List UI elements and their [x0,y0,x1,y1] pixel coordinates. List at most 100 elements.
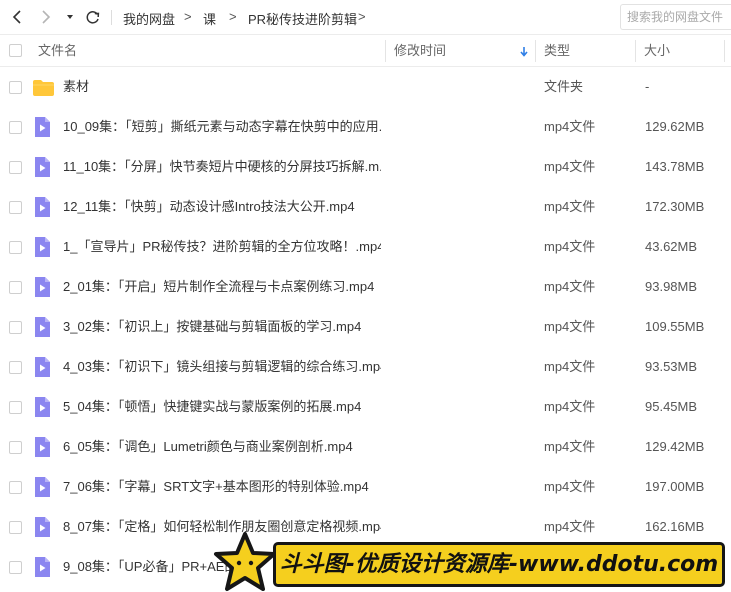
video-file-icon [35,117,50,137]
video-file-icon [35,197,50,217]
column-header: 文件名 修改时间 类型 大小 [0,35,731,67]
row-checkbox[interactable] [9,361,22,374]
refresh-button[interactable] [80,4,106,30]
file-name: 3_02集：「初识上」按键基础与剪辑面板的学习.mp4 [63,319,362,334]
list-item[interactable]: 11_10集：「分屏」快节奏短片中硬核的分屏技巧拆解.m... mp4文件 14… [0,147,731,187]
row-checkbox[interactable] [9,161,22,174]
file-size: 172.30MB [645,199,705,214]
video-file-icon [35,517,50,537]
list-item[interactable]: 5_04集：「顿悟」快捷键实战与蒙版案例的拓展.mp4 mp4文件 95.45M… [0,387,731,427]
row-checkbox[interactable] [9,121,22,134]
file-type: 文件夹 [544,79,584,94]
file-name: 4_03集：「初识下」镜头组接与剪辑逻辑的综合练习.mp4 [63,359,381,374]
search-input[interactable] [620,4,731,30]
row-checkbox[interactable] [9,241,22,254]
column-size-header[interactable]: 大小 [644,35,670,67]
caret-down-icon [67,15,73,19]
file-size: 197.00MB [645,479,705,494]
breadcrumb-separator: > [229,9,237,24]
back-button[interactable] [4,4,30,30]
row-checkbox[interactable] [9,321,22,334]
file-name: 5_04集：「顿悟」快捷键实战与蒙版案例的拓展.mp4 [63,399,362,414]
file-size: 162.16MB [645,519,705,534]
chevron-left-icon [12,10,21,24]
file-size: 95.45MB [645,399,698,414]
list-item[interactable]: 素材 文件夹 - [0,67,731,107]
file-size: 43.62MB [645,239,698,254]
row-checkbox[interactable] [9,81,22,94]
select-all-checkbox[interactable] [9,44,22,57]
file-size: 129.42MB [645,439,705,454]
list-item[interactable]: 1_「宣导片」PR秘传技？进阶剪辑的全方位攻略！.mp4 mp4文件 43.62… [0,227,731,267]
list-item[interactable]: 10_09集：「短剪」撕纸元素与动态字幕在快剪中的应用.... mp4文件 12… [0,107,731,147]
list-item[interactable]: 12_11集：「快剪」动态设计感Intro技法大公开.mp4 mp4文件 172… [0,187,731,227]
file-type: mp4文件 [544,119,596,134]
file-size: 93.98MB [645,279,698,294]
list-item[interactable]: 8_07集：「定格」如何轻松制作朋友圈创意定格视频.mp4 mp4文件 162.… [0,507,731,547]
forward-button[interactable] [32,4,58,30]
row-checkbox[interactable] [9,441,22,454]
file-type: mp4文件 [544,479,596,494]
history-dropdown-button[interactable] [60,4,80,30]
file-name: 10_09集：「短剪」撕纸元素与动态字幕在快剪中的应用.... [63,119,381,134]
file-name: 6_05集：「调色」Lumetri颜色与商业案例剖析.mp4 [63,439,353,454]
toolbar: 我的网盘 > 课 > PR秘传技进阶剪辑 > [0,0,731,35]
row-checkbox[interactable] [9,561,22,574]
file-size: 143.78MB [645,159,705,174]
video-file-icon [35,157,50,177]
list-item[interactable]: 4_03集：「初识下」镜头组接与剪辑逻辑的综合练习.mp4 mp4文件 93.5… [0,347,731,387]
file-type: mp4文件 [544,439,596,454]
video-file-icon [35,557,50,577]
row-checkbox[interactable] [9,401,22,414]
row-checkbox[interactable] [9,201,22,214]
breadcrumb-item-current[interactable]: PR秘传技进阶剪辑 [248,9,357,28]
video-file-icon [35,277,50,297]
file-name: 1_「宣导片」PR秘传技？进阶剪辑的全方位攻略！.mp4 [63,239,381,254]
file-type: mp4文件 [544,239,596,254]
folder-icon [33,80,54,96]
list-item[interactable]: 3_02集：「初识上」按键基础与剪辑面板的学习.mp4 mp4文件 109.55… [0,307,731,347]
refresh-icon [86,11,100,24]
breadcrumb-item-course[interactable]: 课 [203,9,216,28]
chevron-right-icon [42,10,51,24]
file-size: 93.53MB [645,359,698,374]
watermark-banner: 斗斗图-优质设计资源库-www.ddotu.com [273,542,725,587]
video-file-icon [35,437,50,457]
row-checkbox[interactable] [9,521,22,534]
video-file-icon [35,317,50,337]
file-type: mp4文件 [544,519,596,534]
column-divider [635,40,636,62]
video-file-icon [35,237,50,257]
list-item[interactable]: 7_06集：「字幕」SRT文字+基本图形的特别体验.mp4 mp4文件 197.… [0,467,731,507]
file-type: mp4文件 [544,319,596,334]
column-divider [724,40,725,62]
file-name: 12_11集：「快剪」动态设计感Intro技法大公开.mp4 [63,199,355,214]
breadcrumb-item-root[interactable]: 我的网盘 [123,9,175,28]
list-item[interactable]: 2_01集：「开启」短片制作全流程与卡点案例练习.mp4 mp4文件 93.98… [0,267,731,307]
column-type-header[interactable]: 类型 [544,35,570,67]
breadcrumb-separator: > [184,9,192,24]
list-item[interactable]: 6_05集：「调色」Lumetri颜色与商业案例剖析.mp4 mp4文件 129… [0,427,731,467]
file-name: 9_08集：「UP必备」PR+AE的 [63,559,238,574]
video-file-icon [35,477,50,497]
file-size: 109.55MB [645,319,705,334]
file-type: mp4文件 [544,159,596,174]
row-checkbox[interactable] [9,481,22,494]
file-name: 7_06集：「字幕」SRT文字+基本图形的特别体验.mp4 [63,479,369,494]
column-divider [535,40,536,62]
file-size: - [645,79,650,94]
column-divider [385,40,386,62]
file-name: 2_01集：「开启」短片制作全流程与卡点案例练习.mp4 [63,279,375,294]
file-size: 129.62MB [645,119,705,134]
column-name-header[interactable]: 文件名 [38,35,77,67]
video-file-icon [35,397,50,417]
column-modified-header[interactable]: 修改时间 [394,35,446,67]
sort-down-arrow-icon [520,47,528,57]
file-type: mp4文件 [544,359,596,374]
toolbar-divider [111,10,112,25]
file-type: mp4文件 [544,399,596,414]
file-name: 11_10集：「分屏」快节奏短片中硬核的分屏技巧拆解.m... [63,159,381,174]
row-checkbox[interactable] [9,281,22,294]
file-type: mp4文件 [544,279,596,294]
video-file-icon [35,357,50,377]
